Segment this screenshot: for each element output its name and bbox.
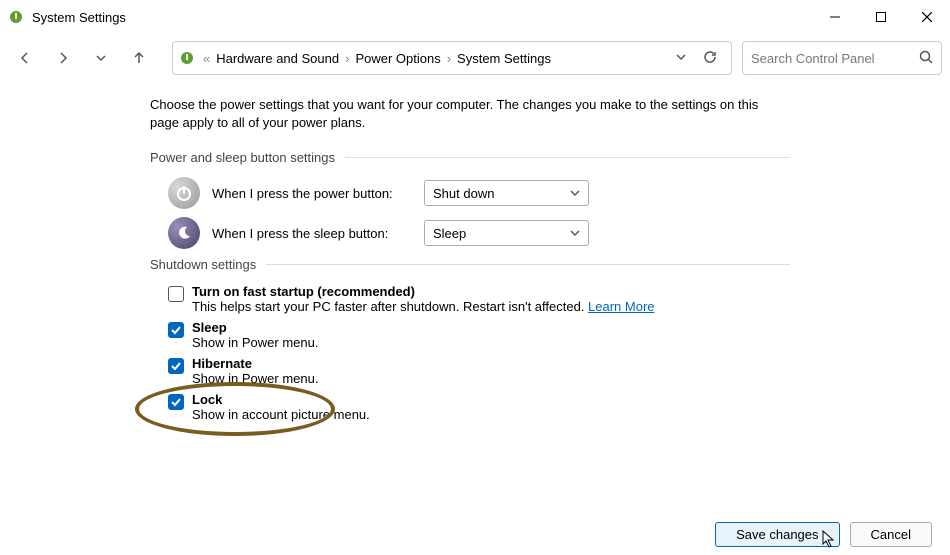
- search-icon: [919, 50, 933, 67]
- breadcrumb-power-options[interactable]: Power Options: [351, 51, 444, 66]
- refresh-button[interactable]: [695, 50, 725, 67]
- search-placeholder: Search Control Panel: [751, 51, 919, 66]
- lock-row: Lock Show in account picture menu.: [168, 392, 790, 422]
- learn-more-link[interactable]: Learn More: [588, 299, 654, 314]
- titlebar: System Settings: [0, 0, 950, 34]
- address-dropdown[interactable]: [667, 51, 695, 66]
- sleep-button-label: When I press the sleep button:: [212, 226, 424, 241]
- fast-startup-checkbox[interactable]: [168, 286, 184, 302]
- content-panel: Choose the power settings that you want …: [0, 82, 790, 422]
- app-icon: [8, 9, 24, 25]
- hibernate-desc: Show in Power menu.: [192, 371, 318, 386]
- chevron-right-icon: ›: [343, 51, 351, 66]
- dropdown-value: Sleep: [433, 226, 466, 241]
- sleep-desc: Show in Power menu.: [192, 335, 318, 350]
- breadcrumb-hardware[interactable]: Hardware and Sound: [212, 51, 343, 66]
- recent-dropdown[interactable]: [84, 41, 118, 75]
- hibernate-label: Hibernate: [192, 356, 318, 371]
- intro-text: Choose the power settings that you want …: [150, 96, 790, 132]
- fast-startup-label: Turn on fast startup (recommended): [192, 284, 655, 299]
- maximize-button[interactable]: [858, 0, 904, 34]
- power-button-dropdown[interactable]: Shut down: [424, 180, 589, 206]
- up-button[interactable]: [122, 41, 156, 75]
- power-button-row: When I press the power button: Shut down: [168, 177, 790, 209]
- address-icon: [179, 50, 195, 66]
- chevron-right-icon: ›: [445, 51, 453, 66]
- sleep-label: Sleep: [192, 320, 318, 335]
- power-button-label: When I press the power button:: [212, 186, 424, 201]
- section-title: Shutdown settings: [150, 257, 266, 272]
- sleep-button-dropdown[interactable]: Sleep: [424, 220, 589, 246]
- lock-checkbox[interactable]: [168, 394, 184, 410]
- window-title: System Settings: [32, 10, 812, 25]
- breadcrumb-root-sep: «: [201, 51, 212, 66]
- fast-startup-desc: This helps start your PC faster after sh…: [192, 299, 655, 314]
- close-button[interactable]: [904, 0, 950, 34]
- section-shutdown-header: Shutdown settings: [150, 257, 790, 272]
- dropdown-value: Shut down: [433, 186, 494, 201]
- sleep-button-row: When I press the sleep button: Sleep: [168, 217, 790, 249]
- shutdown-settings-list: Turn on fast startup (recommended) This …: [168, 284, 790, 422]
- sleep-icon: [168, 217, 200, 249]
- cancel-button[interactable]: Cancel: [850, 522, 932, 547]
- chevron-down-icon: [570, 188, 580, 198]
- lock-label: Lock: [192, 392, 370, 407]
- divider: [345, 157, 790, 158]
- section-title: Power and sleep button settings: [150, 150, 345, 165]
- hibernate-checkbox[interactable]: [168, 358, 184, 374]
- cursor-icon: [822, 530, 836, 551]
- fast-startup-row: Turn on fast startup (recommended) This …: [168, 284, 790, 314]
- toolbar: « Hardware and Sound › Power Options › S…: [0, 34, 950, 82]
- forward-button[interactable]: [46, 41, 80, 75]
- section-power-sleep-header: Power and sleep button settings: [150, 150, 790, 165]
- lock-desc: Show in account picture menu.: [192, 407, 370, 422]
- power-icon: [168, 177, 200, 209]
- chevron-down-icon: [570, 228, 580, 238]
- sleep-row: Sleep Show in Power menu.: [168, 320, 790, 350]
- back-button[interactable]: [8, 41, 42, 75]
- sleep-checkbox[interactable]: [168, 322, 184, 338]
- save-changes-button[interactable]: Save changes: [715, 522, 839, 547]
- divider: [266, 264, 790, 265]
- minimize-button[interactable]: [812, 0, 858, 34]
- breadcrumb-system-settings[interactable]: System Settings: [453, 51, 555, 66]
- search-input[interactable]: Search Control Panel: [742, 41, 942, 75]
- hibernate-row: Hibernate Show in Power menu.: [168, 356, 790, 386]
- address-bar[interactable]: « Hardware and Sound › Power Options › S…: [172, 41, 732, 75]
